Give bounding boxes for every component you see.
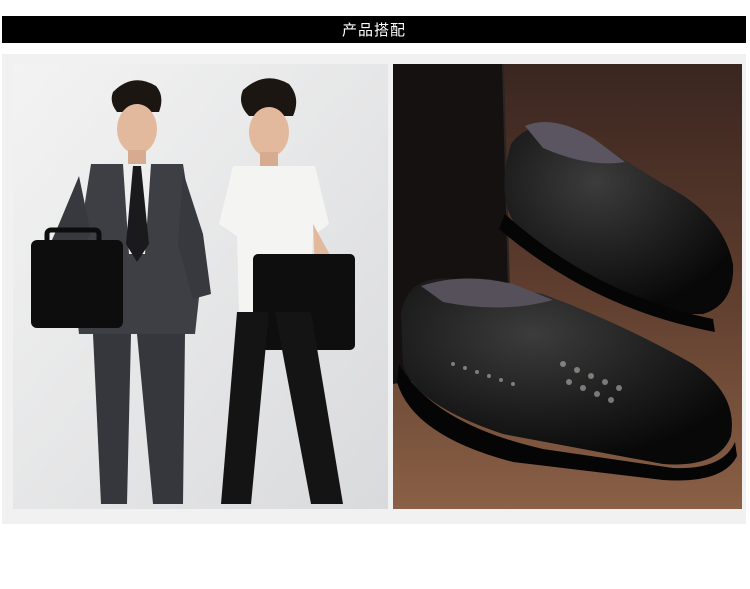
black-leather-shoes-photo: [393, 64, 742, 509]
section-title: 产品搭配: [341, 21, 406, 39]
section-title-bar: 产品搭配: [2, 16, 746, 43]
product-match-gallery: [2, 54, 746, 524]
two-men-suits-photo: [13, 64, 388, 509]
